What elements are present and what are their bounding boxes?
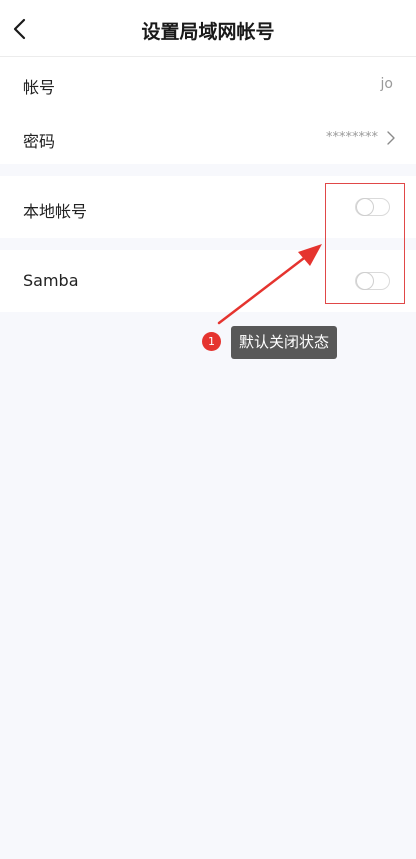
annotation-badge: 1 <box>202 332 221 351</box>
annotation-arrow <box>217 244 322 325</box>
annotation-tooltip: 默认关闭状态 <box>231 326 338 359</box>
